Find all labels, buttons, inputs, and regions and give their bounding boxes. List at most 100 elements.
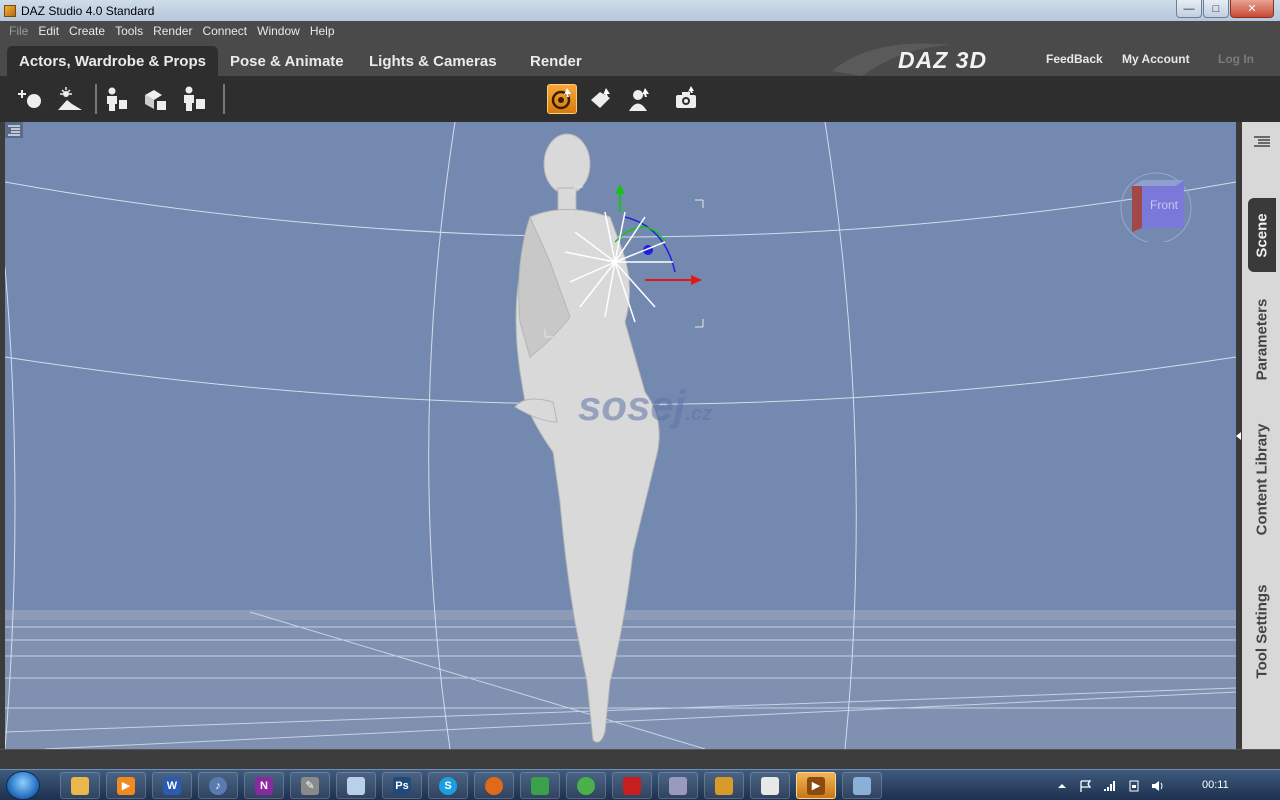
environment-button[interactable] [55, 84, 85, 114]
media-player-icon: ▶ [117, 776, 135, 795]
props-group-icon [145, 90, 166, 110]
close-button[interactable]: ✕ [1230, 0, 1274, 18]
tab-content-library[interactable]: Content Library [1248, 414, 1276, 544]
taskbar-itunes[interactable]: ♪ [198, 772, 238, 799]
pen-icon: ✎ [301, 776, 319, 795]
surface-selection-button[interactable] [586, 84, 616, 114]
pdf-icon [623, 776, 641, 795]
app-icon [761, 776, 779, 795]
figure-setup-icon [184, 86, 205, 111]
universal-tool-button[interactable] [547, 84, 577, 114]
environment-icon [58, 87, 82, 110]
render-snapshot-button[interactable] [671, 84, 701, 114]
main-toolbar [0, 76, 1280, 122]
tab-render[interactable]: Render [518, 46, 594, 76]
feedback-link[interactable]: FeedBack [1046, 52, 1103, 66]
taskbar-app-5[interactable] [750, 772, 790, 799]
taskbar-onenote[interactable]: N [244, 772, 284, 799]
itunes-icon: ♪ [209, 776, 227, 795]
tab-parameters[interactable]: Parameters [1248, 292, 1276, 386]
menu-file[interactable]: File [4, 24, 33, 38]
workspace-tab-bar: Actors, Wardrobe & Props Pose & Animate … [0, 41, 1280, 76]
menu-help[interactable]: Help [305, 24, 340, 38]
menu-window[interactable]: Window [252, 24, 305, 38]
taskbar-app-1[interactable] [520, 772, 560, 799]
view-navigation-cube[interactable]: Front [1120, 170, 1192, 242]
my-account-link[interactable]: My Account [1122, 52, 1190, 66]
menu-tools[interactable]: Tools [110, 24, 148, 38]
tab-pose-animate[interactable]: Pose & Animate [218, 46, 356, 76]
taskbar-acrobat[interactable] [612, 772, 652, 799]
panel-menu-icon[interactable] [1252, 134, 1272, 150]
taskbar-skype[interactable]: S [428, 772, 468, 799]
3d-viewport[interactable]: sosej.cz Front [5, 122, 1236, 749]
photoshop-icon: Ps [393, 776, 411, 795]
menu-create[interactable]: Create [64, 24, 110, 38]
taskbar-pen-tool[interactable]: ✎ [290, 772, 330, 799]
taskbar-explorer[interactable] [60, 772, 100, 799]
nav-cube-face-label: Front [1150, 198, 1179, 212]
taskbar-clock[interactable]: 00:11 [1202, 779, 1229, 791]
firefox-icon [485, 776, 503, 795]
menu-connect[interactable]: Connect [197, 24, 252, 38]
camera-icon [676, 86, 696, 108]
tab-actors-wardrobe-props[interactable]: Actors, Wardrobe & Props [7, 46, 218, 76]
props-group-button[interactable] [140, 84, 170, 114]
app-icon [669, 776, 687, 795]
side-panel: Scene Parameters Content Library Tool Se… [1236, 122, 1280, 749]
toolbar-separator [95, 84, 97, 114]
node-selection-button[interactable] [625, 84, 655, 114]
figure-setup-button[interactable] [179, 84, 209, 114]
watermark-logo: sosej.cz [578, 382, 713, 429]
taskbar-app-4[interactable] [704, 772, 744, 799]
menu-bar: File Edit Create Tools Render Connect Wi… [0, 21, 1280, 41]
menu-edit[interactable]: Edit [33, 24, 64, 38]
menu-render[interactable]: Render [148, 24, 197, 38]
taskbar-media-player[interactable]: ▶ [106, 772, 146, 799]
node-select-icon [629, 88, 649, 111]
minimize-button[interactable]: — [1176, 0, 1202, 18]
surface-tool-icon [591, 88, 610, 108]
taskbar-daz-studio[interactable]: ▶ [796, 772, 836, 799]
window-title: DAZ Studio 4.0 Standard [21, 3, 155, 18]
figure-group-icon [107, 87, 127, 111]
start-button[interactable] [6, 771, 40, 800]
maximize-button[interactable]: □ [1203, 0, 1229, 18]
notepad-icon [347, 776, 365, 795]
daz-app-icon [4, 4, 16, 17]
volume-icon[interactable] [1151, 780, 1165, 792]
viewport-options-menu-icon[interactable] [5, 122, 23, 138]
power-plug-icon[interactable] [1127, 780, 1141, 792]
taskbar-app-3[interactable] [658, 772, 698, 799]
system-tray [1055, 770, 1165, 800]
toolbar-separator [223, 84, 225, 114]
figure-group-button[interactable] [101, 84, 131, 114]
app-icon [531, 776, 549, 795]
show-hidden-icons-icon[interactable] [1055, 780, 1069, 792]
taskbar-window[interactable] [842, 772, 882, 799]
window-icon [853, 776, 871, 795]
taskbar-notepad[interactable] [336, 772, 376, 799]
universal-tool-icon [551, 88, 571, 110]
taskbar-app-2[interactable] [566, 772, 606, 799]
log-in-link[interactable]: Log In [1218, 52, 1254, 66]
skype-icon: S [439, 776, 457, 795]
onenote-icon: N [255, 776, 273, 795]
folder-icon [71, 776, 89, 795]
title-bar: DAZ Studio 4.0 Standard — □ ✕ [0, 0, 1280, 21]
tab-scene[interactable]: Scene [1248, 198, 1276, 272]
collapse-panel-arrow[interactable] [1236, 432, 1241, 440]
taskbar-word[interactable]: W [152, 772, 192, 799]
app-icon [715, 776, 733, 795]
add-prop-button[interactable] [16, 84, 46, 114]
windows-taskbar: ▶ W ♪ N ✎ Ps S ▶ 00:11 [0, 769, 1280, 800]
tab-lights-cameras[interactable]: Lights & Cameras [357, 46, 509, 76]
app-icon [577, 776, 595, 795]
taskbar-photoshop[interactable]: Ps [382, 772, 422, 799]
taskbar-firefox[interactable] [474, 772, 514, 799]
action-center-flag-icon[interactable] [1079, 779, 1093, 792]
status-bar [0, 749, 1280, 769]
tab-tool-settings[interactable]: Tool Settings [1248, 578, 1276, 684]
viewport-scene [5, 122, 1236, 749]
network-signal-icon[interactable] [1103, 780, 1117, 792]
